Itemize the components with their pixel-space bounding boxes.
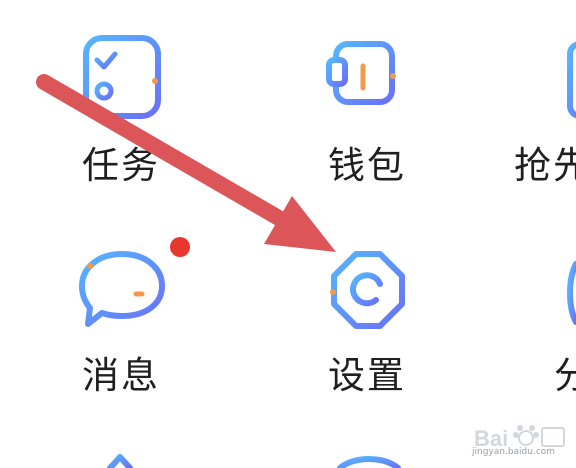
watermark-url: jingyan.baidu.com — [472, 447, 556, 457]
annotation-arrow — [36, 74, 336, 252]
